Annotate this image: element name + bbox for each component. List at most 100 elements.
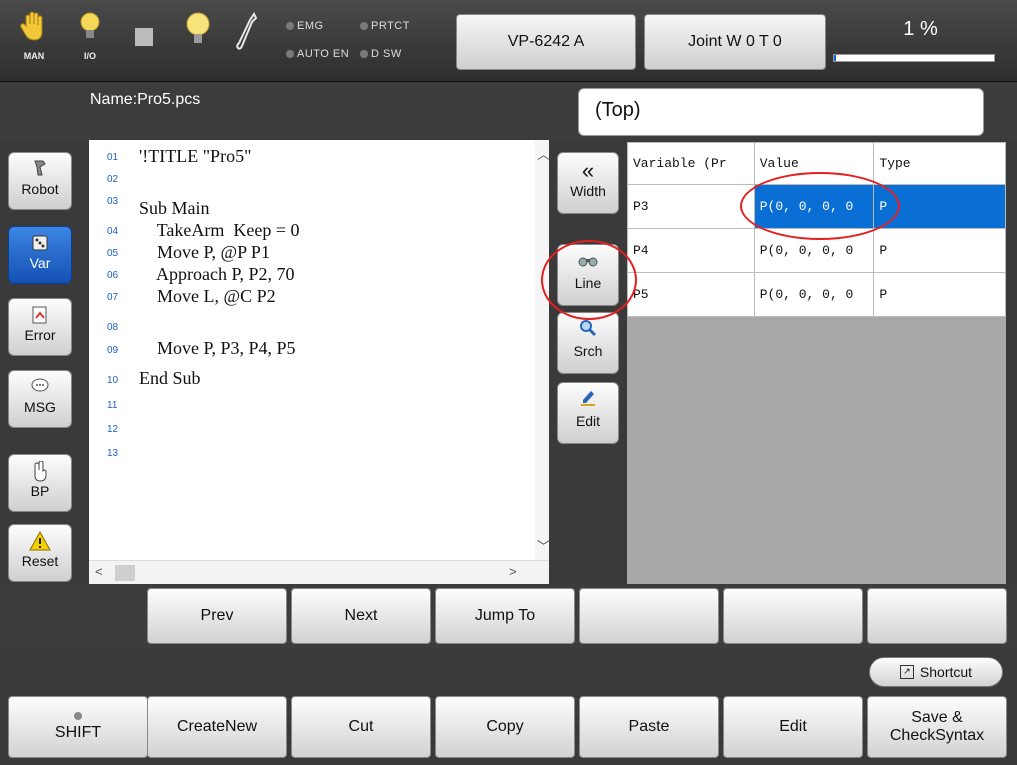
line-number: 07 (107, 292, 119, 303)
line-number: 10 (107, 375, 119, 386)
line-button[interactable]: Line (557, 244, 619, 306)
variable-name-cell[interactable]: P5 (627, 272, 755, 317)
create-new-button[interactable]: CreateNew (147, 696, 287, 758)
shortcut-label: Shortcut (919, 664, 973, 680)
variable-type-cell[interactable]: P (873, 228, 1006, 273)
error-document-icon (9, 305, 71, 327)
paste-button[interactable]: Paste (579, 696, 719, 758)
speed-bar[interactable] (833, 54, 995, 62)
line-number: 02 (107, 174, 119, 185)
manual-mode-hand-icon[interactable]: MAN (14, 11, 54, 72)
header-value[interactable]: Value (753, 142, 875, 185)
blank-button-3[interactable] (867, 588, 1007, 644)
variable-value-cell[interactable]: P(0, 0, 0, 0 (753, 272, 875, 317)
var-button-label: Var (29, 255, 51, 271)
variable-name-cell[interactable]: P3 (627, 184, 755, 229)
shift-button[interactable]: SHIFT (8, 696, 148, 758)
scroll-up-arrow-icon[interactable]: ︿ (537, 144, 550, 163)
edit-tool-button[interactable]: Edit (557, 382, 619, 444)
copy-button[interactable]: Copy (435, 696, 575, 758)
variable-type-cell[interactable]: P (873, 272, 1006, 317)
search-button[interactable]: Srch (557, 312, 619, 374)
prev-button[interactable]: Prev (147, 588, 287, 644)
error-button-label: Error (24, 327, 56, 343)
code-line-9[interactable]: Move P, P3, P4, P5 (139, 338, 529, 359)
robot-model-button[interactable]: VP-6242 A (456, 14, 636, 70)
save-label-line2: CheckSyntax (889, 727, 985, 744)
variable-panel: Variable (Pr Value Type P3 P(0, 0, 0, 0 … (627, 142, 1006, 584)
msg-button-label: MSG (24, 399, 56, 415)
coordinate-mode-button[interactable]: Joint W 0 T 0 (644, 14, 826, 70)
code-line-10[interactable]: End Sub (139, 368, 529, 389)
variable-value-cell[interactable]: P(0, 0, 0, 0 (753, 184, 875, 229)
msg-button[interactable]: MSG (8, 370, 72, 428)
code-line-5[interactable]: Move P, @P P1 (139, 242, 529, 263)
search-button-label: Srch (573, 343, 603, 359)
scroll-down-arrow-icon[interactable]: ﹀ (537, 536, 550, 555)
table-row[interactable]: P3 P(0, 0, 0, 0 P (627, 184, 1006, 229)
binoculars-icon (558, 251, 618, 275)
pen-icon (558, 389, 618, 413)
shortcut-row: ↗ Shortcut (0, 650, 1017, 690)
file-info-row: Name:Pro5.pcs (Top) (0, 82, 1017, 140)
stop-square-icon[interactable] (124, 28, 164, 88)
status-bar: MAN I/O EMG PRTCT AUTO EN D SW VP-6242 A… (0, 0, 1017, 82)
table-row[interactable]: P5 P(0, 0, 0, 0 P (627, 272, 1006, 317)
line-number: 04 (107, 226, 119, 237)
navigation-row: Prev Next Jump To (0, 584, 1017, 650)
line-number: 11 (107, 400, 118, 411)
light-bulb-icon[interactable] (178, 12, 218, 72)
line-number: 06 (107, 270, 119, 281)
code-line-7[interactable]: Move L, @C P2 (139, 286, 529, 307)
code-line-4[interactable]: TakeArm Keep = 0 (139, 220, 529, 241)
variable-type-cell[interactable]: P (873, 184, 1006, 229)
code-line-3[interactable]: Sub Main (139, 198, 529, 219)
cursor-position-box[interactable]: (Top) (578, 88, 984, 136)
robot-arm-icon (9, 159, 71, 181)
magnifier-icon (558, 319, 618, 343)
prtct-lamp: PRTCT (360, 20, 410, 32)
scroll-left-arrow-icon[interactable]: < (95, 564, 103, 579)
next-button[interactable]: Next (291, 588, 431, 644)
code-line-6[interactable]: Approach P, P2, 70 (139, 264, 529, 285)
cut-button[interactable]: Cut (291, 696, 431, 758)
line-button-label: Line (574, 275, 602, 291)
shortcut-button[interactable]: ↗ Shortcut (869, 657, 1003, 687)
reset-button[interactable]: Reset (8, 524, 72, 582)
header-type[interactable]: Type (873, 142, 1006, 185)
vertical-scrollbar[interactable]: ︿ ﹀ (535, 140, 550, 560)
line-number: 08 (107, 322, 119, 333)
edit-button[interactable]: Edit (723, 696, 863, 758)
error-button[interactable]: Error (8, 298, 72, 356)
double-chevron-left-icon: « (581, 158, 595, 183)
save-check-syntax-button[interactable]: Save & CheckSyntax (867, 696, 1007, 758)
jump-to-button[interactable]: Jump To (435, 588, 575, 644)
emg-lamp: EMG (286, 20, 324, 32)
line-number: 05 (107, 248, 119, 259)
table-header-row: Variable (Pr Value Type (627, 142, 1006, 185)
code-line-1[interactable]: '!TITLE "Pro5" (139, 146, 529, 167)
blank-button-2[interactable] (723, 588, 863, 644)
reset-button-label: Reset (21, 553, 59, 569)
width-button[interactable]: « Width (557, 152, 619, 214)
code-editor[interactable]: 01 02 03 04 05 06 07 08 09 10 11 12 13 '… (89, 140, 550, 584)
hand-stop-icon (9, 460, 71, 483)
table-row[interactable]: P4 P(0, 0, 0, 0 P (627, 228, 1006, 273)
header-variable[interactable]: Variable (Pr (627, 142, 755, 185)
variable-value-cell[interactable]: P(0, 0, 0, 0 (753, 228, 875, 273)
line-number: 13 (107, 448, 119, 459)
line-number: 03 (107, 196, 119, 207)
var-button[interactable]: Var (8, 226, 72, 284)
line-number-gutter: 01 02 03 04 05 06 07 08 09 10 11 12 13 (89, 140, 139, 560)
bp-button[interactable]: BP (8, 454, 72, 512)
robot-button[interactable]: Robot (8, 152, 72, 210)
wrench-icon[interactable] (228, 12, 268, 72)
blank-button-1[interactable] (579, 588, 719, 644)
variable-name-cell[interactable]: P4 (627, 228, 755, 273)
io-bulb-icon[interactable]: I/O (70, 12, 110, 72)
horizontal-scrollbar[interactable]: < > (89, 560, 549, 584)
horizontal-scroll-thumb[interactable] (115, 565, 135, 581)
scroll-right-arrow-icon[interactable]: > (509, 564, 517, 579)
line-number: 12 (107, 424, 119, 435)
warning-triangle-icon (9, 530, 71, 553)
